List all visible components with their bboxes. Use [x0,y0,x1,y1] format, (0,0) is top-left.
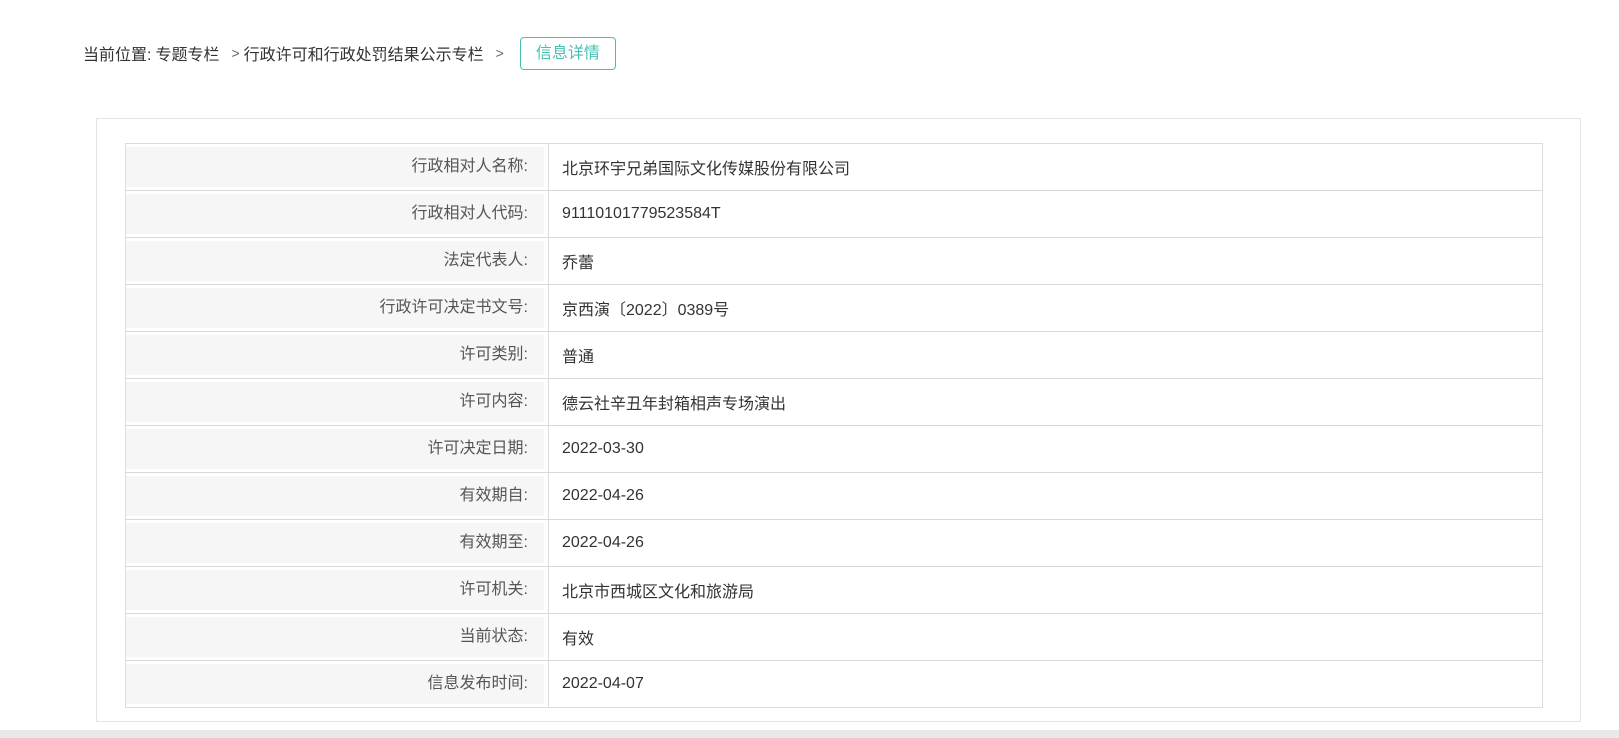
footer-strip [0,730,1619,738]
row-label: 行政相对人代码: [126,194,544,234]
row-label-cell: 信息发布时间: [126,661,549,708]
row-value: 2022-04-07 [549,661,1543,708]
row-label-cell: 行政相对人代码: [126,191,549,238]
row-value: 北京环宇兄弟国际文化传媒股份有限公司 [549,144,1543,191]
detail-card: 行政相对人名称: 北京环宇兄弟国际文化传媒股份有限公司 行政相对人代码: 911… [96,118,1581,722]
row-label: 行政相对人名称: [126,147,544,187]
row-label-cell: 行政许可决定书文号: [126,285,549,332]
row-value: 2022-04-26 [549,520,1543,567]
table-row: 当前状态: 有效 [126,614,1543,661]
breadcrumb-link-license-publicity-column[interactable]: 行政许可和行政处罚结果公示专栏 [244,41,484,65]
row-value: 有效 [549,614,1543,661]
detail-table-body: 行政相对人名称: 北京环宇兄弟国际文化传媒股份有限公司 行政相对人代码: 911… [126,144,1543,708]
info-detail-button[interactable]: 信息详情 [520,37,616,70]
breadcrumb-separator: > [231,45,239,61]
row-label-cell: 法定代表人: [126,238,549,285]
table-row: 许可类别: 普通 [126,332,1543,379]
row-label: 许可机关: [126,570,544,610]
row-value: 91110101779523584T [549,191,1543,238]
table-row: 行政许可决定书文号: 京西演〔2022〕0389号 [126,285,1543,332]
table-row: 许可决定日期: 2022-03-30 [126,426,1543,473]
row-label-cell: 有效期至: [126,520,549,567]
row-value: 京西演〔2022〕0389号 [549,285,1543,332]
row-label: 信息发布时间: [126,664,544,704]
row-value: 2022-04-26 [549,473,1543,520]
row-label: 许可内容: [126,382,544,422]
table-row: 行政相对人代码: 91110101779523584T [126,191,1543,238]
table-row: 信息发布时间: 2022-04-07 [126,661,1543,708]
table-row: 许可机关: 北京市西城区文化和旅游局 [126,567,1543,614]
detail-table: 行政相对人名称: 北京环宇兄弟国际文化传媒股份有限公司 行政相对人代码: 911… [125,143,1543,708]
breadcrumb-link-special-topics[interactable]: 专题专栏 [155,41,219,65]
row-label: 有效期至: [126,523,544,563]
row-value: 普通 [549,332,1543,379]
breadcrumb-separator: > [496,45,504,61]
row-label: 当前状态: [126,617,544,657]
row-label-cell: 有效期自: [126,473,549,520]
row-label-cell: 当前状态: [126,614,549,661]
table-row: 行政相对人名称: 北京环宇兄弟国际文化传媒股份有限公司 [126,144,1543,191]
row-label-cell: 许可内容: [126,379,549,426]
row-label: 法定代表人: [126,241,544,281]
row-label: 行政许可决定书文号: [126,288,544,328]
row-label-cell: 许可决定日期: [126,426,549,473]
row-value: 2022-03-30 [549,426,1543,473]
row-label: 有效期自: [126,476,544,516]
table-row: 有效期至: 2022-04-26 [126,520,1543,567]
row-label: 许可决定日期: [126,429,544,469]
row-value: 德云社辛丑年封箱相声专场演出 [549,379,1543,426]
row-label: 许可类别: [126,335,544,375]
table-row: 许可内容: 德云社辛丑年封箱相声专场演出 [126,379,1543,426]
breadcrumb-prefix: 当前位置: [83,41,151,65]
row-label-cell: 行政相对人名称: [126,144,549,191]
table-row: 法定代表人: 乔蕾 [126,238,1543,285]
breadcrumb: 当前位置: 专题专栏 > 行政许可和行政处罚结果公示专栏 > 信息详情 [83,36,616,70]
row-value: 乔蕾 [549,238,1543,285]
row-label-cell: 许可机关: [126,567,549,614]
row-label-cell: 许可类别: [126,332,549,379]
table-row: 有效期自: 2022-04-26 [126,473,1543,520]
row-value: 北京市西城区文化和旅游局 [549,567,1543,614]
